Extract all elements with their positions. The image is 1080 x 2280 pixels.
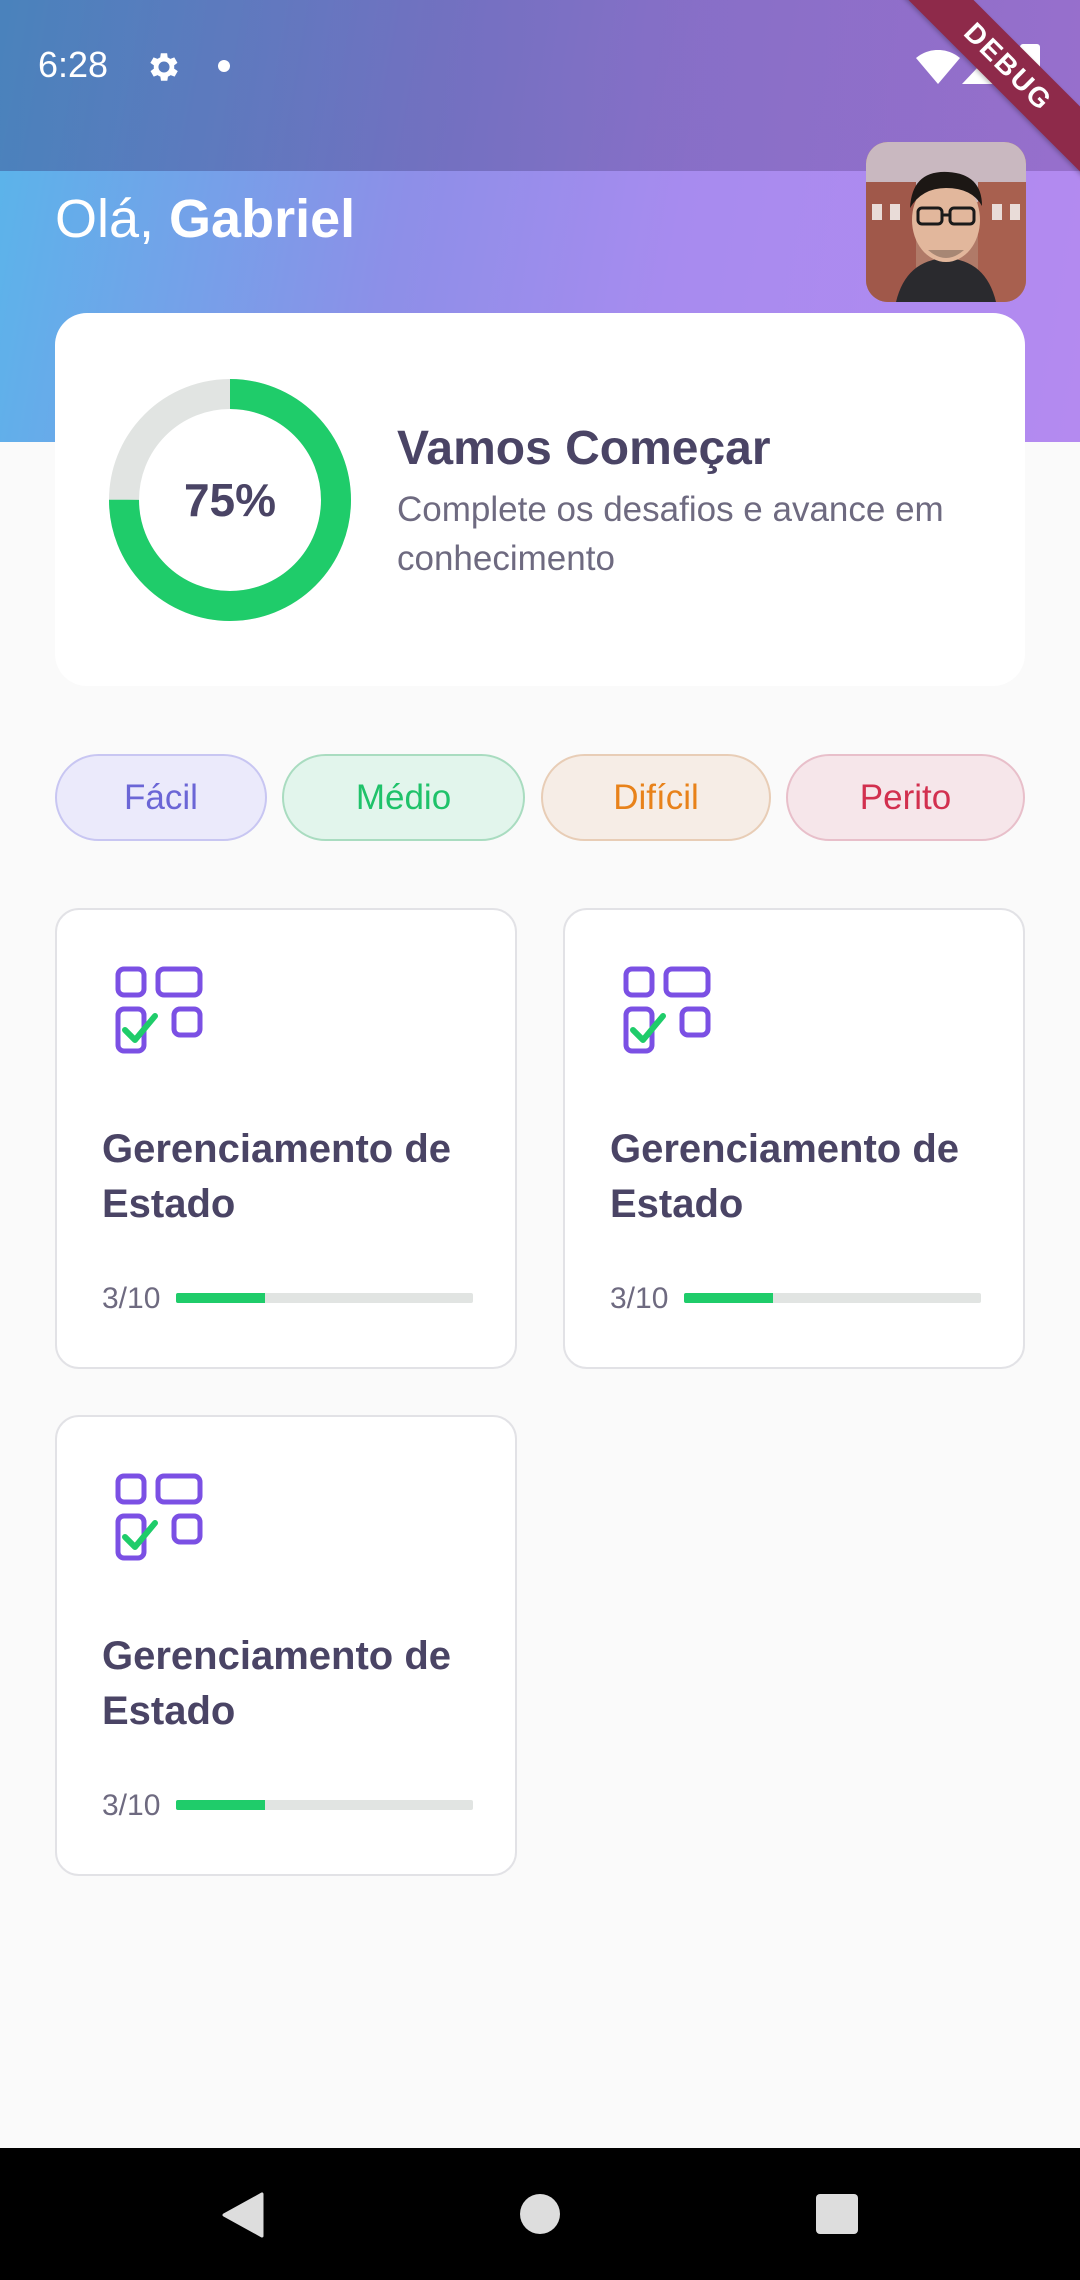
card-title: Vamos Começar: [397, 422, 771, 475]
topic-card[interactable]: Gerenciamento de Estado 3/10: [55, 1415, 517, 1876]
avatar[interactable]: [866, 142, 1026, 302]
checklist-grid-icon: [115, 1473, 203, 1561]
greeting: Olá, Gabriel: [55, 188, 355, 250]
topic-progress-fill: [176, 1293, 266, 1303]
topic-progress-bar: [176, 1800, 473, 1810]
topic-progress-fill: [176, 1800, 266, 1810]
progress-percent: 75%: [183, 474, 277, 526]
checklist-grid-icon: [623, 966, 711, 1054]
wifi-icon: [916, 50, 960, 84]
topic-progress-fill: [684, 1293, 774, 1303]
back-icon[interactable]: [220, 2192, 264, 2238]
notification-dot-icon: [218, 60, 230, 72]
filter-chip-dificil[interactable]: Difícil: [541, 754, 771, 841]
topic-title: Gerenciamento de Estado: [102, 1634, 452, 1733]
topic-count: 3/10: [102, 1282, 161, 1315]
avatar-photo: [866, 142, 1026, 302]
greeting-prefix: Olá,: [55, 189, 170, 249]
filter-chip-medio[interactable]: Médio: [282, 754, 525, 841]
status-time: 6:28: [38, 44, 109, 85]
topic-card[interactable]: Gerenciamento de Estado 3/10: [55, 908, 517, 1369]
home-icon[interactable]: [520, 2194, 560, 2234]
recent-apps-icon[interactable]: [816, 2194, 858, 2234]
card-subtitle: Complete os desafios e avance em conheci…: [397, 490, 944, 578]
progress-card: 75% Vamos Começar Complete os desafios e…: [55, 313, 1025, 686]
topic-title: Gerenciamento de Estado: [610, 1127, 960, 1226]
user-name: Gabriel: [169, 189, 356, 249]
topic-count: 3/10: [610, 1282, 669, 1315]
gear-icon: [150, 53, 178, 81]
filter-chip-perito[interactable]: Perito: [786, 754, 1025, 841]
filter-chip-facil[interactable]: Fácil: [55, 754, 267, 841]
navigation-bar: [0, 2148, 1080, 2280]
checklist-grid-icon: [115, 966, 203, 1054]
topic-card[interactable]: Gerenciamento de Estado 3/10: [563, 908, 1025, 1369]
topic-title: Gerenciamento de Estado: [102, 1127, 452, 1226]
topic-progress-bar: [176, 1293, 473, 1303]
topic-count: 3/10: [102, 1789, 161, 1822]
home-screen: 6:28 DEBUG Olá, Gabriel 75% Vamos Começa…: [0, 0, 1080, 2280]
topic-progress-bar: [684, 1293, 981, 1303]
